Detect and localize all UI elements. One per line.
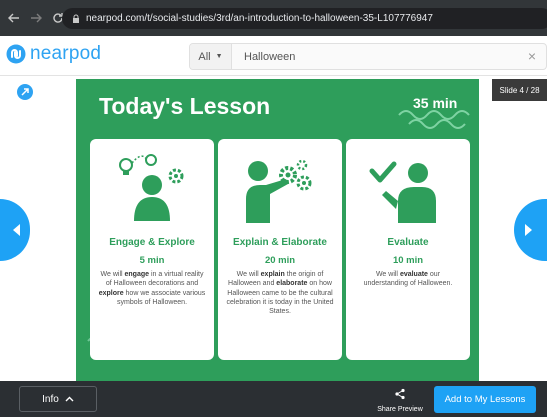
nearpod-logo-icon — [6, 44, 26, 64]
card-title: Evaluate — [387, 237, 429, 248]
share-preview-button[interactable]: Share Preview — [372, 387, 428, 413]
chevron-right-icon — [525, 224, 532, 236]
chevron-up-icon — [65, 396, 74, 402]
forward-icon[interactable] — [28, 10, 44, 26]
info-button[interactable]: Info — [19, 386, 97, 412]
search-category-label: All — [198, 50, 211, 63]
slide-title: Today's Lesson — [99, 93, 271, 119]
lesson-card-engage: Engage & Explore 5 min We will engage in… — [90, 139, 214, 360]
card-duration: 10 min — [392, 255, 424, 266]
slide-counter: Slide 4 / 28 — [492, 79, 547, 101]
card-title: Engage & Explore — [109, 237, 195, 248]
lesson-card-explain: Explain & Elaborate 20 min We will expla… — [218, 139, 342, 360]
evaluate-icon — [369, 161, 436, 223]
nearpod-logo[interactable]: nearpod — [6, 43, 101, 65]
explain-elaborate-icon — [246, 159, 312, 223]
info-label: Info — [42, 393, 59, 405]
lesson-card-evaluate: Evaluate 10 min We will evaluate our und… — [346, 139, 470, 360]
lesson-slide: Today's Lesson 35 min Engage & Explore 5… — [76, 79, 479, 381]
chevron-down-icon: ▼ — [215, 53, 223, 60]
total-time: 35 min — [413, 95, 458, 111]
card-title: Explain & Elaborate — [233, 237, 327, 248]
card-description: We will evaluate our understanding of Ha… — [363, 271, 453, 288]
card-description: We will engage in a virtual reality of H… — [98, 271, 206, 306]
card-description: We will explain the origin of Halloween … — [226, 271, 334, 316]
chevron-left-icon — [13, 224, 20, 236]
site-header: nearpod All ▼ × — [0, 36, 547, 76]
screen: nearpod.com/t/social-studies/3rd/an-intr… — [0, 0, 547, 417]
back-icon[interactable] — [6, 10, 22, 26]
expand-icon[interactable] — [17, 84, 33, 100]
engage-explore-icon — [119, 154, 184, 221]
browser-toolbar: nearpod.com/t/social-studies/3rd/an-intr… — [0, 0, 547, 36]
close-icon[interactable]: × — [528, 48, 536, 64]
card-duration: 5 min — [139, 255, 165, 266]
share-icon — [395, 388, 405, 400]
add-to-my-lessons-button[interactable]: Add to My Lessons — [434, 386, 536, 413]
search-category-select[interactable]: All ▼ — [190, 44, 232, 69]
share-preview-label: Share Preview — [377, 406, 423, 413]
card-duration: 20 min — [264, 255, 296, 266]
address-bar[interactable]: nearpod.com/t/social-studies/3rd/an-intr… — [62, 8, 547, 29]
logo-text: nearpod — [30, 43, 102, 64]
footer-bar: Info Share Preview Add to My Lessons — [0, 381, 547, 417]
lock-icon — [72, 10, 80, 28]
search-input[interactable] — [244, 50, 504, 63]
url-text: nearpod.com/t/social-studies/3rd/an-intr… — [86, 13, 433, 24]
search-bar: All ▼ × — [189, 43, 547, 70]
